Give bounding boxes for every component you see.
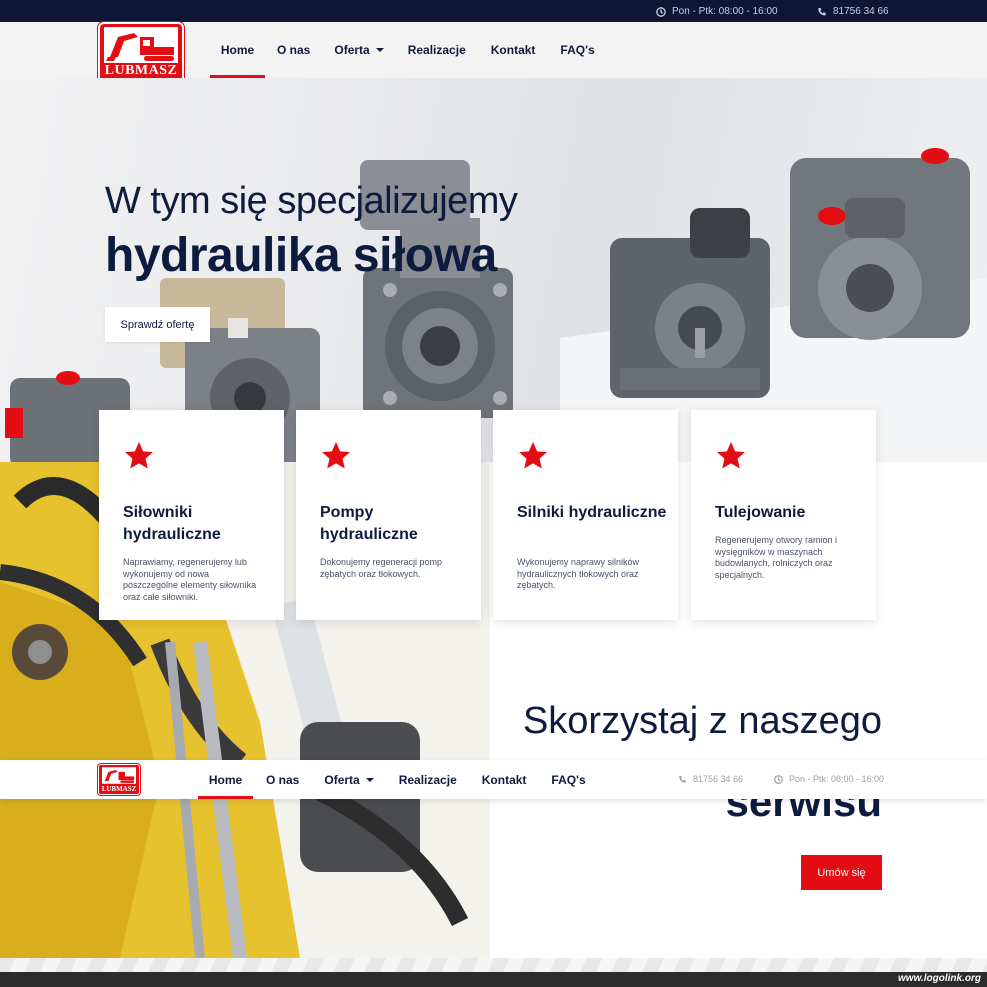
chevron-down-icon bbox=[365, 777, 374, 782]
card-text: Dokonujemy regeneracji pomp zębatych ora… bbox=[320, 557, 443, 579]
star-icon bbox=[322, 442, 350, 469]
top-info-bar: Pon - Ptk: 08:00 - 16:00 81756 34 66 bbox=[0, 0, 987, 22]
card-title: Siłowniki hydrauliczne bbox=[123, 504, 221, 543]
book-appointment-button[interactable]: Umów się bbox=[801, 855, 882, 890]
nav-item-o-nas[interactable]: O nas bbox=[266, 760, 299, 799]
company-logo-small[interactable]: LUBMASZ bbox=[98, 764, 140, 795]
card-text: Wykonujemy naprawy silników hydrauliczny… bbox=[517, 557, 639, 590]
service-title: Skorzystaj z naszego bbox=[522, 700, 882, 742]
phone-info[interactable]: 81756 34 66 bbox=[817, 6, 889, 17]
card-silowniki[interactable]: Siłowniki hydrauliczne Naprawiamy, regen… bbox=[99, 410, 284, 620]
excavator-logo-icon bbox=[102, 767, 136, 784]
nav-item-o-nas[interactable]: O nas bbox=[277, 22, 310, 78]
nav-item-oferta[interactable]: Oferta bbox=[334, 22, 384, 78]
card-pompy[interactable]: Pompy hydrauliczne Dokonujemy regeneracj… bbox=[296, 410, 481, 620]
hero-section: W tym się specjalizujemy hydraulika siło… bbox=[0, 78, 987, 462]
main-header: LUBMASZ Home O nas Oferta Realizacje Kon… bbox=[0, 22, 987, 84]
opening-hours: Pon - Ptk: 08:00 - 16:00 bbox=[656, 6, 778, 17]
sticky-opening-hours: Pon - Ptk: 08:00 - 16:00 bbox=[774, 774, 884, 784]
footer-bar: www.logolink.org bbox=[0, 972, 987, 987]
watermark-text: www.logolink.org bbox=[898, 973, 981, 984]
card-tulejowanie[interactable]: Tulejowanie Regenerujemy otwory ramion i… bbox=[691, 410, 876, 620]
sticky-phone-info[interactable]: 81756 34 66 bbox=[678, 774, 743, 784]
main-nav: Home O nas Oferta Realizacje Kontakt FAQ… bbox=[210, 22, 595, 78]
footer-decoration bbox=[0, 958, 987, 972]
opening-hours-text: Pon - Ptk: 08:00 - 16:00 bbox=[672, 6, 778, 17]
phone-text[interactable]: 81756 34 66 bbox=[693, 774, 743, 784]
phone-icon bbox=[818, 7, 826, 15]
nav-item-realizacje[interactable]: Realizacje bbox=[399, 760, 457, 799]
nav-item-oferta[interactable]: Oferta bbox=[324, 760, 374, 799]
opening-hours-text: Pon - Ptk: 08:00 - 16:00 bbox=[789, 774, 885, 784]
nav-item-home[interactable]: Home bbox=[198, 760, 253, 799]
nav-item-kontakt[interactable]: Kontakt bbox=[491, 22, 536, 78]
excavator-logo-icon bbox=[104, 27, 178, 63]
phone-text[interactable]: 81756 34 66 bbox=[833, 6, 889, 17]
nav-item-kontakt[interactable]: Kontakt bbox=[482, 760, 527, 799]
card-title: Pompy hydrauliczne bbox=[320, 504, 418, 543]
nav-item-realizacje[interactable]: Realizacje bbox=[408, 22, 466, 78]
hero-title-light: W tym się specjalizujemy bbox=[105, 180, 518, 222]
card-title: Tulejowanie bbox=[715, 504, 806, 521]
sticky-nav: Home O nas Oferta Realizacje Kontakt FAQ… bbox=[198, 760, 586, 799]
clock-icon bbox=[656, 6, 666, 17]
nav-item-faq[interactable]: FAQ's bbox=[560, 22, 594, 78]
hero-title-bold: hydraulika siłowa bbox=[105, 229, 497, 282]
star-icon bbox=[125, 442, 153, 469]
card-text: Naprawiamy, regenerujemy lub wykonujemy … bbox=[123, 557, 257, 602]
phone-icon bbox=[679, 775, 686, 782]
logo-text: LUBMASZ bbox=[104, 63, 178, 78]
star-icon bbox=[519, 442, 547, 469]
card-silniki[interactable]: Silniki hydrauliczne Wykonujemy naprawy … bbox=[493, 410, 678, 620]
logo-text: LUBMASZ bbox=[101, 785, 137, 793]
company-logo[interactable]: LUBMASZ bbox=[98, 22, 184, 84]
check-offer-button[interactable]: Sprawdź ofertę bbox=[105, 307, 210, 342]
card-title: Silniki hydrauliczne bbox=[517, 504, 667, 521]
star-icon bbox=[717, 442, 745, 469]
nav-item-faq[interactable]: FAQ's bbox=[551, 760, 585, 799]
sticky-header: LUBMASZ Home O nas Oferta Realizacje Kon… bbox=[0, 760, 987, 799]
clock-icon bbox=[774, 774, 783, 784]
nav-item-home[interactable]: Home bbox=[210, 22, 265, 78]
chevron-down-icon bbox=[375, 48, 384, 52]
card-text: Regenerujemy otwory ramion i wysięgników… bbox=[715, 535, 838, 580]
